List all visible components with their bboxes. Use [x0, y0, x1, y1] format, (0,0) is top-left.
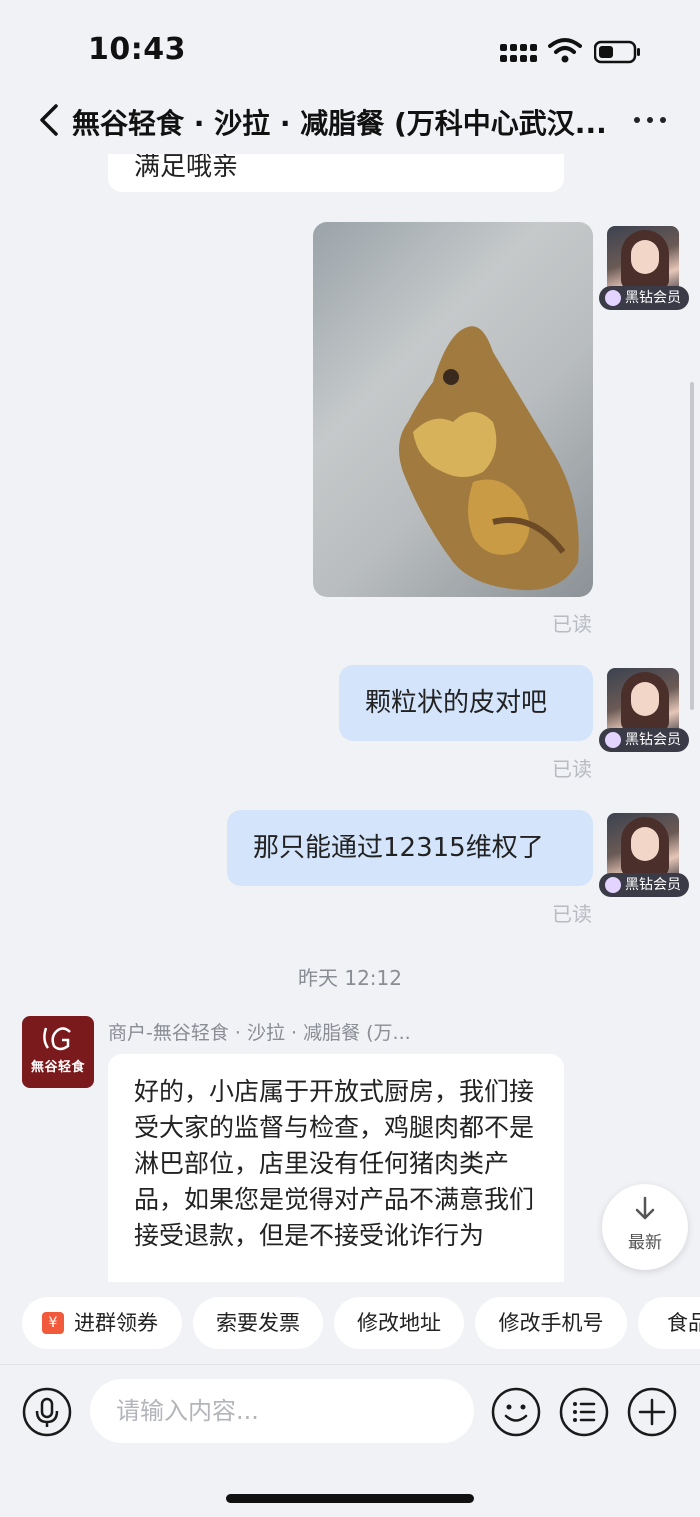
message-bubble-sent: 颗粒状的皮对吧 [339, 665, 593, 741]
signal-icon [500, 44, 538, 66]
chat-title: 無谷轻食 · 沙拉 · 减脂餐 (万科中心武汉... [72, 107, 607, 140]
diamond-icon [605, 877, 621, 893]
message-bubble-received: 好的，小店属于开放式厨房，我们接受大家的监督与检查，鸡腿肉都不是淋巴部位，店里没… [108, 1054, 564, 1282]
read-receipt: 已读 [552, 612, 592, 636]
arrow-down-icon [635, 1196, 655, 1220]
status-bar: 10:43 [0, 0, 700, 90]
coupon-icon: ¥ [42, 1312, 64, 1334]
chip-food[interactable]: 食品 [638, 1297, 700, 1349]
wifi-icon [548, 38, 582, 63]
timestamp: 昨天 12:12 [298, 966, 402, 990]
sent-photo[interactable] [313, 222, 593, 597]
food-image [399, 326, 579, 591]
diamond-icon [605, 290, 621, 306]
status-time: 10:43 [88, 32, 186, 67]
merchant-avatar[interactable]: 無谷轻食 [22, 1016, 94, 1088]
merchant-logo-text: 無谷轻食 [30, 1060, 85, 1075]
diamond-icon [605, 732, 621, 748]
latest-button[interactable]: 最新 [602, 1184, 688, 1270]
home-indicator[interactable] [226, 1494, 474, 1503]
merchant-logo-icon [43, 1027, 71, 1051]
message-bubble-received: 满足哦亲 [108, 154, 564, 192]
read-receipt: 已读 [552, 902, 592, 926]
battery-icon [594, 40, 640, 64]
chat-area[interactable]: 满足哦亲 黑钻会员 已读 颗粒状的皮对吧 黑钻会员 已读 那只能通过12315维… [0, 154, 700, 1282]
input-bar [0, 1364, 700, 1460]
vip-badge: 黑钻会员 [599, 728, 689, 752]
chip-request-invoice[interactable]: 索要发票 [193, 1297, 323, 1349]
chip-change-phone[interactable]: 修改手机号 [475, 1297, 627, 1349]
vip-badge: 黑钻会员 [599, 873, 689, 897]
chip-join-group-coupon[interactable]: ¥ 进群领券 [22, 1297, 182, 1349]
back-icon[interactable] [34, 100, 64, 140]
message-bubble-sent: 那只能通过12315维权了 [227, 810, 593, 886]
scrollbar[interactable] [690, 382, 694, 710]
more-icon[interactable] [632, 110, 668, 130]
merchant-name: 商户-無谷轻食 · 沙拉 · 减脂餐 (万... [108, 1022, 411, 1044]
nav-bar: 無谷轻食 · 沙拉 · 减脂餐 (万科中心武汉... [0, 90, 700, 154]
add-icon[interactable] [627, 1387, 677, 1437]
read-receipt: 已读 [552, 757, 592, 781]
latest-label: 最新 [628, 1233, 662, 1253]
microphone-icon[interactable] [22, 1387, 72, 1437]
quick-actions-bar: ¥ 进群领券 索要发票 修改地址 修改手机号 食品 [0, 1282, 700, 1364]
emoji-icon[interactable] [491, 1387, 541, 1437]
vip-badge: 黑钻会员 [599, 286, 689, 310]
menu-list-icon[interactable] [559, 1387, 609, 1437]
chip-change-address[interactable]: 修改地址 [334, 1297, 464, 1349]
message-input[interactable] [90, 1379, 474, 1443]
